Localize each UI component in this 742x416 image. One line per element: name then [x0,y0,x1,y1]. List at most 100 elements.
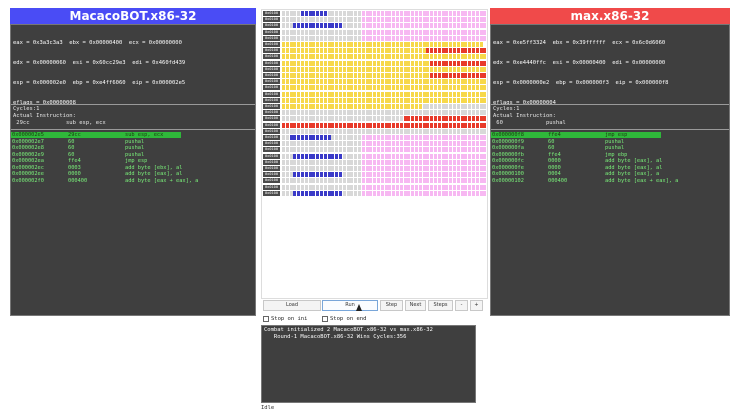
memory-cell [373,11,377,16]
memory-cell [323,178,327,184]
memory-cell [430,190,434,196]
memory-cell [323,153,327,159]
memory-cell [437,184,441,190]
memory-cell [388,141,392,147]
run-button[interactable]: Run [322,300,378,311]
memory-cell [301,166,304,171]
memory-cell [449,42,453,47]
memory-cell [316,35,320,41]
memory-cell [475,48,479,54]
memory-cell [430,17,434,23]
memory-cell [342,110,346,116]
memory-cell [297,104,301,109]
memory-cell [301,159,304,165]
steps-button[interactable]: Steps [428,300,453,311]
memory-cell [301,184,304,190]
memory-cell [468,122,472,128]
memory-cell [472,172,475,178]
memory-cell [434,122,437,128]
memory-cell [388,135,392,140]
memory-cell [407,135,411,140]
memory-cell [380,79,384,85]
memory-cell [453,172,456,178]
memory-cell [293,128,297,134]
memory-cell [339,141,342,147]
memory-cell [475,42,479,47]
memory-cell [380,159,384,165]
memory-cell [479,147,483,153]
memory-cell [407,190,411,196]
memory-cell [430,172,434,178]
memory-cell [316,91,320,97]
memory-cell [384,166,388,171]
memory-cell [335,48,339,54]
memory-cell [346,178,350,184]
minus-button[interactable]: - [455,300,468,311]
memory-cell [445,23,449,29]
load-button[interactable]: Load [263,300,321,311]
memory-cell [354,97,358,103]
memory-cell [350,190,354,196]
memory-cell [422,35,426,41]
memory-cell [335,91,339,97]
memory-cell [437,60,441,66]
memory-cell [297,116,301,122]
memory-cell [308,141,312,147]
memory-cell [430,135,434,140]
memory-cell [392,23,396,29]
memory-cell [407,122,411,128]
memory-cell [411,166,415,171]
memory-cell [464,73,468,78]
memory-cell [285,166,289,171]
memory-cell [403,184,407,190]
plus-button[interactable]: + [470,300,483,311]
memory-cell [304,110,308,116]
memory-cell [342,166,346,171]
memory-cell [373,159,377,165]
memory-cell [377,141,380,147]
memory-cell [339,147,342,153]
memory-cell [460,17,464,23]
stop-on-end-checkbox[interactable]: Stop on end [322,315,366,324]
memory-cell [297,128,301,134]
memory-cell [335,153,339,159]
memory-row-label: 0x0100 [263,17,280,23]
memory-cell [380,17,384,23]
memory-cell [301,23,304,29]
memory-cell [377,135,380,140]
memory-cell [380,116,384,122]
memory-cell [380,172,384,178]
memory-cell [350,42,354,47]
memory-cell [445,159,449,165]
memory-cell [445,85,449,91]
memory-cell [392,178,396,184]
memory-cell [377,66,380,72]
memory-cell [350,122,354,128]
memory-cell [308,29,312,35]
memory-cell [441,17,445,23]
left-code-bytes: 60 [68,151,75,158]
memory-cell [437,122,441,128]
memory-cell [464,42,468,47]
memory-cell [475,11,479,16]
memory-cell [361,91,365,97]
step-button[interactable]: Step [380,300,403,311]
next-button[interactable]: Next [405,300,426,311]
memory-cell [377,17,380,23]
memory-cell [384,153,388,159]
memory-cell [365,104,369,109]
memory-cell [407,184,411,190]
memory-cell [354,147,358,153]
memory-cell [396,110,399,116]
memory-cell [282,97,285,103]
memory-cell [297,153,301,159]
memory-cell [342,190,346,196]
stop-on-ini-checkbox[interactable]: Stop on ini [263,315,307,324]
memory-cell [282,91,285,97]
memory-cell [418,110,422,116]
memory-cell [456,73,460,78]
memory-cell [361,135,365,140]
memory-cell [445,97,449,103]
memory-cell [449,35,453,41]
memory-cell [293,178,297,184]
